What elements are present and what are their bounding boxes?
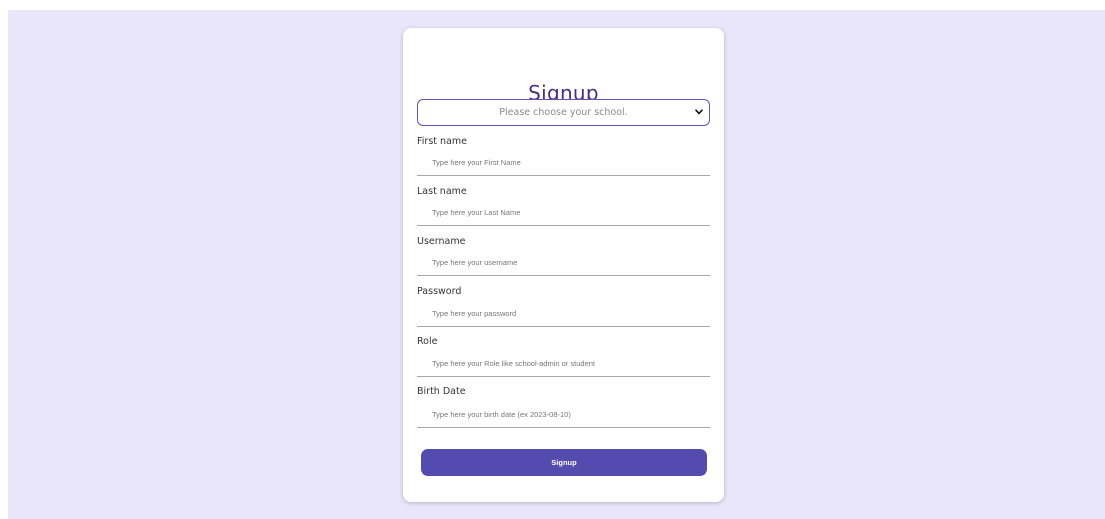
chevron-down-icon (695, 109, 703, 115)
first-name-label: First name (417, 136, 467, 147)
first-name-input[interactable]: Type here your First Name (417, 154, 710, 176)
password-label: Password (417, 286, 462, 297)
birth-date-input[interactable]: Type here your birth date (ex 2023-08-10… (417, 406, 710, 428)
birth-date-label: Birth Date (417, 386, 466, 397)
signup-button[interactable]: Signup (421, 449, 707, 476)
username-label: Username (417, 236, 466, 247)
first-name-placeholder: Type here your First Name (432, 158, 521, 167)
last-name-label: Last name (417, 186, 467, 197)
birth-date-placeholder: Type here your birth date (ex 2023-08-10… (432, 410, 571, 419)
username-input[interactable]: Type here your username (417, 254, 710, 276)
password-input[interactable]: Type here your password (417, 305, 710, 327)
username-placeholder: Type here your username (432, 258, 518, 267)
signup-card: Signup Please choose your school. First … (403, 28, 724, 502)
school-select[interactable]: Please choose your school. (417, 99, 710, 126)
last-name-placeholder: Type here your Last Name (432, 208, 521, 217)
password-placeholder: Type here your password (432, 309, 517, 318)
last-name-input[interactable]: Type here your Last Name (417, 204, 710, 226)
role-placeholder: Type here your Role like school-admin or… (432, 359, 596, 368)
school-select-value: Please choose your school. (499, 107, 628, 118)
role-input[interactable]: Type here your Role like school-admin or… (417, 355, 710, 377)
role-label: Role (417, 336, 438, 347)
